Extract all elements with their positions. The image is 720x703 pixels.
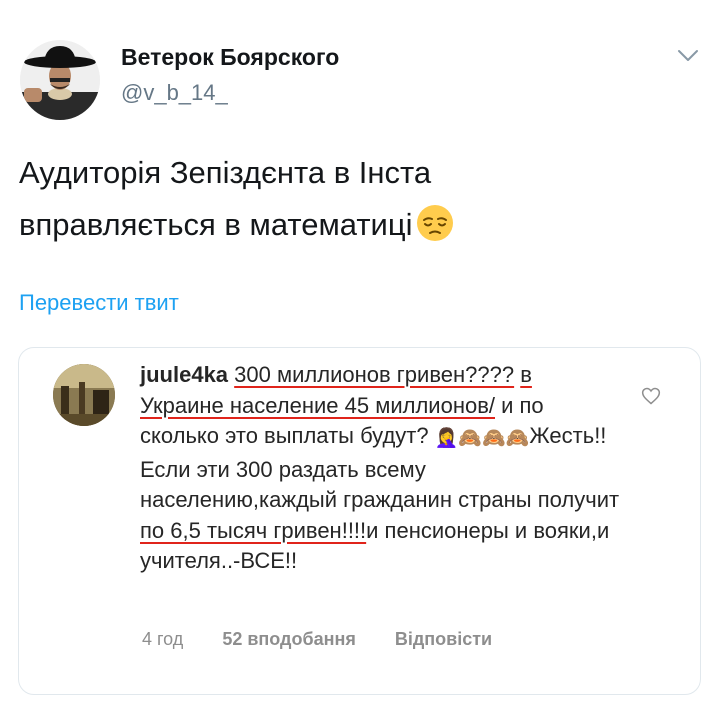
comment-underlined-1: 300 миллионов гривен???? — [234, 362, 515, 387]
comment-likes[interactable]: 52 вподобання — [222, 629, 356, 649]
chevron-down-icon[interactable] — [676, 44, 700, 68]
pensive-face-icon — [416, 205, 453, 241]
quoted-comment-card[interactable]: juule4ka 300 миллионов гривен???? в Укра… — [18, 347, 701, 695]
tweet-text-line-2: вправляється в математиці — [19, 199, 699, 251]
comment-meta: 4 год 52 вподобання Відповісти — [142, 629, 492, 650]
commenter-avatar-image — [53, 364, 115, 426]
author-name[interactable]: Ветерок Боярского — [121, 44, 339, 71]
tweet-text-line-1: Аудиторія Зепіздєнта в Інста — [19, 155, 432, 190]
cowboy-avatar-image — [20, 40, 100, 120]
tweet-text: Аудиторія Зепіздєнта в Інста вправляєтьс… — [19, 147, 699, 251]
commenter-username[interactable]: juule4ka — [140, 362, 228, 387]
author-handle[interactable]: @v_b_14_ — [121, 80, 228, 106]
comment-text: juule4ka 300 миллионов гривен???? в Укра… — [140, 360, 620, 577]
heart-icon[interactable] — [641, 386, 661, 406]
commenter-avatar[interactable] — [53, 364, 115, 426]
facepalm-monkey-emojis: 🤦‍♀️🙈🙈🙈 — [434, 428, 530, 449]
tweet-text-line-2-content: вправляється в математиці — [19, 207, 413, 242]
comment-time: 4 год — [142, 629, 184, 649]
author-avatar[interactable] — [20, 40, 100, 120]
reply-button[interactable]: Відповісти — [395, 629, 492, 649]
translate-tweet-link[interactable]: Перевести твит — [19, 290, 179, 316]
comment-underlined-3: по 6,5 тысяч гривен!!!! — [140, 517, 367, 543]
